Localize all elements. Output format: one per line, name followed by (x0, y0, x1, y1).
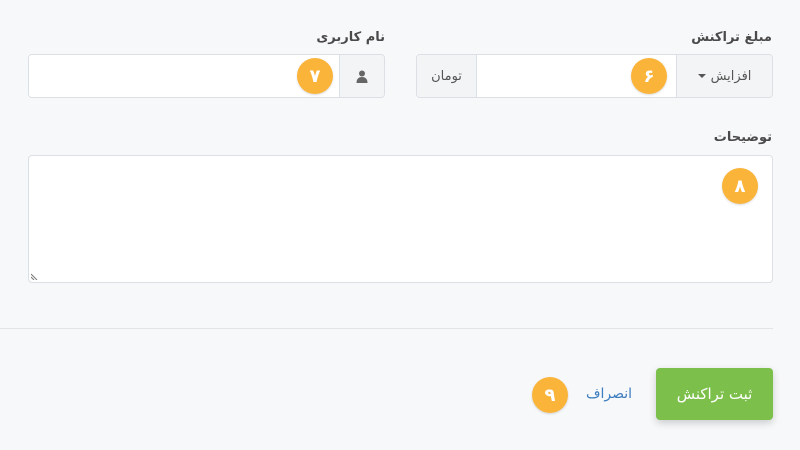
currency-unit: تومان (431, 68, 462, 84)
step-badge-8: ۸ (722, 168, 758, 204)
user-icon (356, 70, 368, 83)
step-badge-9: ۹ (532, 377, 568, 413)
description-textarea[interactable] (28, 155, 773, 283)
operation-dropdown[interactable]: افزایش (676, 55, 772, 97)
operation-selected-label: افزایش (710, 68, 752, 84)
amount-label: مبلغ تراکنش (691, 30, 772, 45)
form-divider (0, 328, 773, 329)
step-badge-7: ۷ (297, 58, 333, 94)
caret-down-icon (697, 74, 706, 78)
step-badge-6: ۶ (631, 58, 667, 94)
username-input[interactable] (29, 55, 339, 97)
currency-addon: تومان (417, 55, 477, 97)
username-label: نام کاربری (316, 30, 385, 45)
submit-transaction-button[interactable]: ثبت تراکنش (656, 368, 773, 420)
resize-grip-icon[interactable] (31, 272, 39, 280)
cancel-link[interactable]: انصراف (586, 386, 632, 402)
description-label: توضیحات (713, 130, 772, 145)
amount-input-group: افزایش تومان (416, 54, 773, 98)
user-addon (339, 55, 384, 97)
